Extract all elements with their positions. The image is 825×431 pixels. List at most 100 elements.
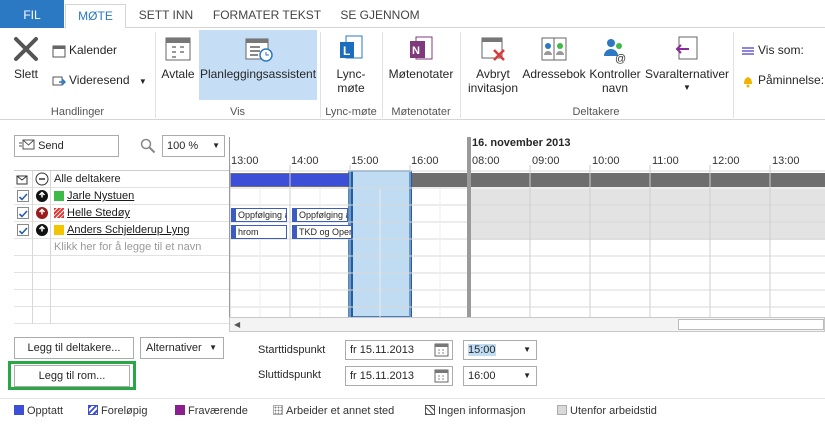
zoom-icon[interactable] bbox=[140, 138, 156, 157]
no-info-swatch bbox=[425, 405, 435, 415]
calendar-button[interactable]: Kalender bbox=[52, 40, 117, 60]
start-time-value: 15:00 bbox=[468, 344, 496, 356]
check-names-button[interactable]: @ Kontroller navn bbox=[586, 34, 644, 95]
mail-check-icon bbox=[16, 175, 28, 185]
ribbon-separator bbox=[733, 32, 734, 118]
attendee-row[interactable]: Helle Stedøy bbox=[14, 205, 229, 222]
empty-row bbox=[14, 273, 229, 290]
address-book-label: Adressebok bbox=[522, 67, 586, 81]
availability-swatch bbox=[54, 191, 64, 201]
attendee-header-row: Alle deltakere bbox=[14, 171, 229, 188]
check-names-label-2: navn bbox=[601, 81, 629, 95]
lync-icon: L bbox=[340, 35, 363, 59]
attendee-checkbox-cell[interactable] bbox=[14, 188, 33, 205]
tab-insert[interactable]: SETT INN bbox=[128, 4, 204, 28]
tab-format-text[interactable]: FORMATER TEKST bbox=[206, 4, 328, 28]
appointment-block[interactable]: hrom bbox=[231, 225, 287, 239]
schedule-grid: 16. november 2013 13:00 14:00 15:00 16:00 08… bbox=[229, 137, 825, 317]
chevron-down-icon: ▼ bbox=[683, 83, 691, 92]
add-name-row[interactable]: Klikk her for å legge til et navn bbox=[14, 239, 229, 256]
appointment-icon bbox=[165, 37, 191, 61]
attendee-checkbox[interactable] bbox=[17, 207, 29, 219]
attendee-checkbox[interactable] bbox=[17, 190, 29, 202]
end-time-value: 16:00 bbox=[468, 370, 496, 382]
attendee-name[interactable]: Helle Stedøy bbox=[67, 207, 130, 219]
outside-hours-swatch bbox=[557, 405, 567, 415]
add-attendees-button[interactable]: Legg til deltakere... bbox=[14, 337, 134, 359]
options-dropdown[interactable]: Alternativer ▼ bbox=[140, 337, 224, 359]
response-options-button[interactable]: Svaralternativer ▼ bbox=[645, 34, 729, 95]
add-name-placeholder[interactable]: Klikk her for å legge til et navn bbox=[54, 241, 201, 253]
chevron-down-icon: ▼ bbox=[523, 371, 531, 380]
legend-outside-hours: Utenfor arbeidstid bbox=[557, 405, 657, 417]
cancel-invitation-button[interactable]: Avbryt invitasjon bbox=[464, 34, 522, 95]
attendee-name-cell[interactable]: Jarle Nystuen bbox=[51, 188, 229, 205]
legend-tentative-label: Foreløpig bbox=[101, 405, 148, 417]
end-date-field[interactable]: fr 15.11.2013 bbox=[345, 366, 453, 386]
scrollbar-thumb[interactable] bbox=[678, 319, 824, 330]
attendee-role-icon[interactable] bbox=[33, 188, 51, 205]
attendee-checkbox[interactable] bbox=[17, 224, 29, 236]
onenote-icon: N bbox=[410, 36, 433, 60]
attendee-row[interactable]: Anders Schjelderup Lyng bbox=[14, 222, 229, 239]
attendee-role-icon[interactable] bbox=[33, 205, 51, 222]
send-icon bbox=[19, 139, 35, 150]
group-label-actions: Handlinger bbox=[50, 106, 105, 118]
appointment-button[interactable]: Avtale bbox=[158, 34, 198, 81]
attendee-name[interactable]: Jarle Nystuen bbox=[67, 190, 134, 202]
tab-meeting[interactable]: MØTE bbox=[65, 4, 126, 29]
attendee-role-icon[interactable] bbox=[33, 222, 51, 239]
legend-tentative: Foreløpig bbox=[88, 405, 147, 417]
attendee-name-cell[interactable]: Anders Schjelderup Lyng bbox=[51, 222, 229, 239]
calendar-picker-icon[interactable] bbox=[434, 343, 449, 357]
attendee-column-header: Alle deltakere bbox=[51, 171, 229, 188]
calendar-picker-icon[interactable] bbox=[434, 369, 449, 383]
show-as-control[interactable]: Vis som: bbox=[741, 40, 804, 60]
legend-busy: Opptatt bbox=[14, 405, 63, 417]
appointment-block[interactable]: Oppfølging a bbox=[231, 208, 287, 222]
horizontal-scrollbar[interactable]: ◀ bbox=[229, 317, 825, 332]
forward-button[interactable]: Videresend ▼ bbox=[52, 70, 147, 90]
response-options-icon bbox=[675, 36, 698, 60]
attendee-checkbox-cell[interactable] bbox=[14, 205, 33, 222]
send-button[interactable]: Send bbox=[14, 135, 119, 157]
attendee-name-cell[interactable]: Helle Stedøy bbox=[51, 205, 229, 222]
busy-swatch bbox=[14, 405, 24, 415]
cancel-invitation-label-1: Avbryt bbox=[476, 67, 510, 81]
start-time-select[interactable]: 15:00 ▼ bbox=[463, 340, 537, 360]
chevron-down-icon: ▼ bbox=[523, 345, 531, 354]
tab-file[interactable]: FIL bbox=[0, 0, 64, 28]
address-book-icon bbox=[541, 37, 567, 61]
reminder-control[interactable]: Påminnelse: bbox=[741, 70, 824, 90]
legend-busy-label: Opptatt bbox=[27, 405, 64, 417]
zoom-select[interactable]: 100 % ▼ bbox=[162, 135, 225, 157]
end-date-value: fr 15.11.2013 bbox=[350, 370, 415, 382]
options-label: Alternativer bbox=[146, 342, 202, 354]
attendee-row[interactable]: Jarle Nystuen bbox=[14, 188, 229, 205]
forward-icon bbox=[52, 76, 67, 86]
meeting-notes-label: Møtenotater bbox=[388, 67, 454, 81]
add-room-button[interactable]: Legg til rom... bbox=[14, 365, 130, 387]
lync-label-1: Lync- bbox=[336, 67, 366, 81]
calendar-label: Kalender bbox=[69, 43, 118, 57]
select-all-cell[interactable] bbox=[14, 171, 33, 188]
all-attendees-label: Alle deltakere bbox=[54, 173, 121, 185]
show-as-icon bbox=[742, 47, 754, 55]
lync-meeting-button[interactable]: L Lync- møte bbox=[328, 34, 374, 95]
end-time-select[interactable]: 16:00 ▼ bbox=[463, 366, 537, 386]
response-status-icon bbox=[35, 172, 49, 186]
address-book-button[interactable]: Adressebok bbox=[522, 34, 586, 81]
appointment-block[interactable]: Oppfølging a bbox=[292, 208, 348, 222]
attendee-checkbox-cell[interactable] bbox=[14, 222, 33, 239]
tab-review[interactable]: SE GJENNOM bbox=[330, 4, 430, 28]
appointment-label: Avtale bbox=[161, 67, 195, 81]
appointment-block[interactable]: TKD og Oper bbox=[292, 225, 352, 239]
meeting-notes-button[interactable]: N Møtenotater bbox=[384, 34, 458, 81]
delete-button[interactable]: Slett bbox=[6, 34, 46, 81]
scroll-left-icon[interactable]: ◀ bbox=[234, 320, 240, 329]
scheduling-assistant-label: Planleggingsassistent bbox=[199, 67, 317, 81]
start-date-field[interactable]: fr 15.11.2013 bbox=[345, 340, 453, 360]
attendee-list: Alle deltakere Jarle Nystuen Helle Stedøy… bbox=[14, 170, 229, 324]
attendee-name[interactable]: Anders Schjelderup Lyng bbox=[67, 224, 190, 236]
scheduling-assistant-button[interactable]: Planleggingsassistent bbox=[199, 30, 317, 100]
